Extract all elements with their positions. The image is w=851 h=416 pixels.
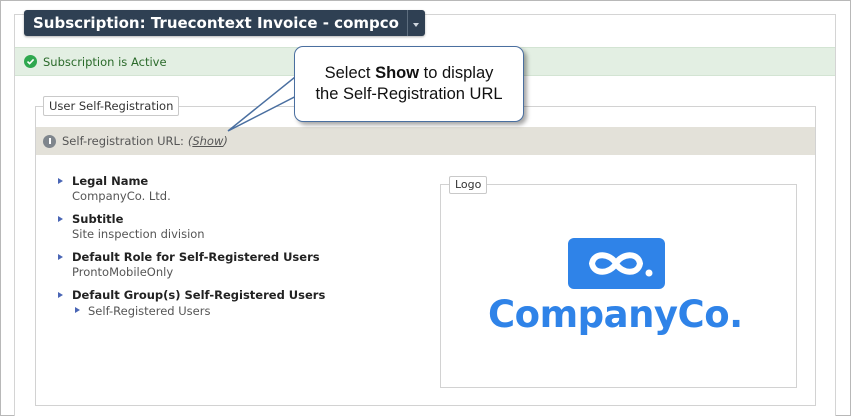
- property-default-groups: Default Group(s) Self-Registered Users S…: [58, 288, 428, 319]
- property-value: Site inspection division: [72, 227, 205, 241]
- group-name: Self-Registered Users: [88, 304, 211, 318]
- caret-down-icon: [413, 23, 420, 27]
- self-registration-legend: User Self-Registration: [43, 96, 180, 116]
- property-default-role: Default Role for Self-Registered Users P…: [58, 250, 428, 280]
- instruction-callout: Select Show to display the Self-Registra…: [294, 46, 524, 122]
- url-label: Self-registration URL:: [62, 134, 184, 148]
- subscription-title-bar: Subscription: Truecontext Invoice - comp…: [24, 10, 425, 36]
- self-registration-url-bar: Self-registration URL: (Show): [36, 127, 815, 155]
- group-list-item: Self-Registered Users: [72, 303, 428, 319]
- logo-legend: Logo: [449, 176, 488, 194]
- property-label: Subtitle: [72, 212, 124, 226]
- property-subtitle: Subtitle Site inspection division: [58, 212, 428, 242]
- triangle-right-icon: [58, 216, 63, 222]
- check-circle-icon: [24, 55, 37, 68]
- show-url-link[interactable]: Show: [192, 134, 223, 148]
- url-show-wrapper: (Show): [188, 134, 228, 148]
- self-registration-properties: Legal Name CompanyCo. Ltd. Subtitle Site…: [58, 174, 428, 327]
- property-legal-name: Legal Name CompanyCo. Ltd.: [58, 174, 428, 204]
- triangle-right-icon: [75, 307, 80, 313]
- callout-text-part: Select: [324, 64, 376, 82]
- property-label: Legal Name: [72, 174, 149, 188]
- paren-close: ): [223, 134, 228, 148]
- callout-text-part: the Self-Registration URL: [315, 85, 503, 103]
- infinity-loop-icon: [568, 238, 665, 289]
- property-value: CompanyCo. Ltd.: [72, 189, 171, 203]
- callout-text: Select Show to display the Self-Registra…: [315, 63, 502, 105]
- status-text: Subscription is Active: [43, 54, 167, 69]
- triangle-right-icon: [58, 254, 63, 260]
- info-icon: [43, 134, 56, 148]
- property-label: Default Group(s) Self-Registered Users: [72, 288, 326, 302]
- title-dropdown-button[interactable]: [406, 10, 425, 36]
- triangle-right-icon: [58, 292, 63, 298]
- property-label: Default Role for Self-Registered Users: [72, 250, 320, 264]
- property-value: ProntoMobileOnly: [72, 265, 174, 279]
- triangle-right-icon: [58, 178, 63, 184]
- subscription-title: Subscription: Truecontext Invoice - comp…: [33, 14, 399, 32]
- logo-wordmark: CompanyCo.: [488, 293, 743, 336]
- callout-emphasis: Show: [375, 64, 420, 82]
- callout-text-part: to display: [419, 64, 494, 82]
